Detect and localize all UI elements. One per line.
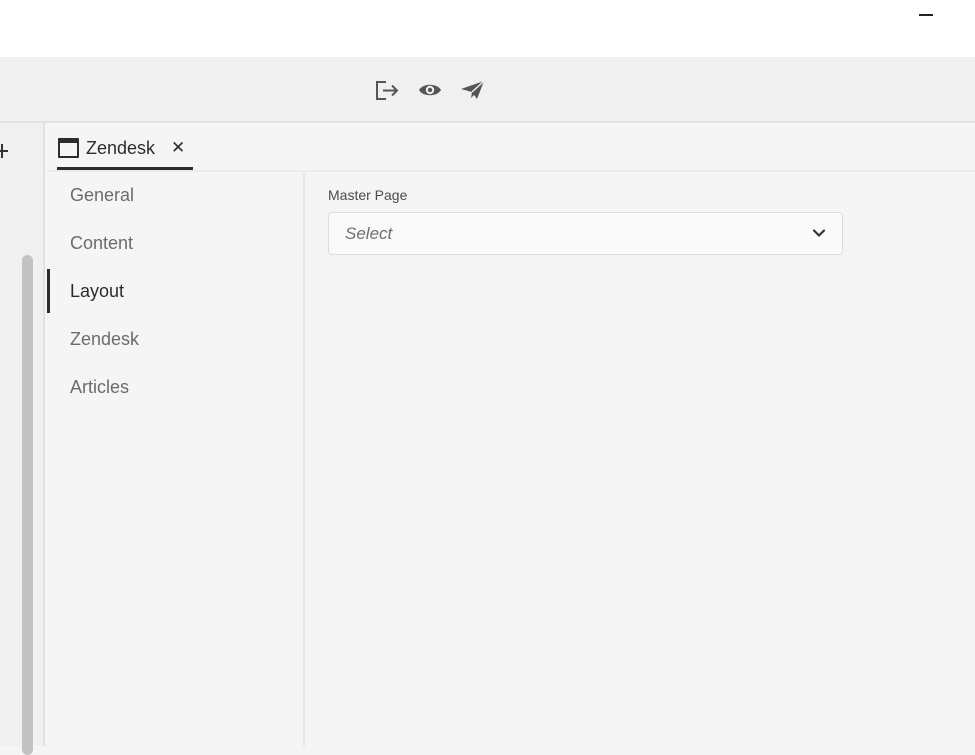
sidenav-item-general[interactable]: General bbox=[47, 173, 303, 217]
close-icon[interactable]: ✕ bbox=[171, 138, 185, 158]
export-icon bbox=[376, 81, 399, 100]
sidenav-item-label: Zendesk bbox=[70, 328, 140, 349]
master-page-select[interactable]: Select bbox=[328, 212, 843, 255]
sidenav-item-articles[interactable]: Articles bbox=[47, 365, 303, 409]
left-rail bbox=[0, 123, 45, 755]
title-bar bbox=[0, 0, 975, 57]
sidenav-item-content[interactable]: Content bbox=[47, 221, 303, 265]
master-page-label: Master Page bbox=[328, 187, 408, 203]
export-button[interactable] bbox=[372, 77, 402, 103]
eye-icon bbox=[419, 84, 441, 96]
layout-panel: Master Page Select bbox=[307, 173, 975, 746]
settings-sidenav: General Content Layout Zendesk Articles bbox=[47, 173, 305, 746]
publish-button[interactable] bbox=[458, 77, 488, 103]
scrollbar-thumb[interactable] bbox=[22, 255, 33, 755]
sidenav-item-label: Articles bbox=[70, 376, 130, 397]
tab-zendesk[interactable]: Zendesk ✕ bbox=[57, 129, 193, 170]
toolbar bbox=[0, 57, 975, 123]
minimize-button[interactable] bbox=[919, 14, 933, 16]
sidenav-item-label: Content bbox=[70, 232, 134, 253]
add-icon[interactable] bbox=[0, 144, 9, 158]
send-icon bbox=[461, 80, 485, 99]
tab-bar: Zendesk ✕ bbox=[47, 123, 975, 172]
window-icon bbox=[58, 138, 79, 158]
preview-button[interactable] bbox=[415, 77, 445, 103]
chevron-down-icon bbox=[812, 229, 826, 237]
master-page-select-placeholder: Select bbox=[345, 224, 393, 243]
sidenav-item-zendesk[interactable]: Zendesk bbox=[47, 317, 303, 361]
sidenav-item-label: Layout bbox=[70, 280, 125, 301]
sidenav-item-label: General bbox=[70, 184, 135, 205]
tab-label: Zendesk bbox=[86, 137, 156, 158]
sidenav-item-layout[interactable]: Layout bbox=[47, 269, 303, 313]
